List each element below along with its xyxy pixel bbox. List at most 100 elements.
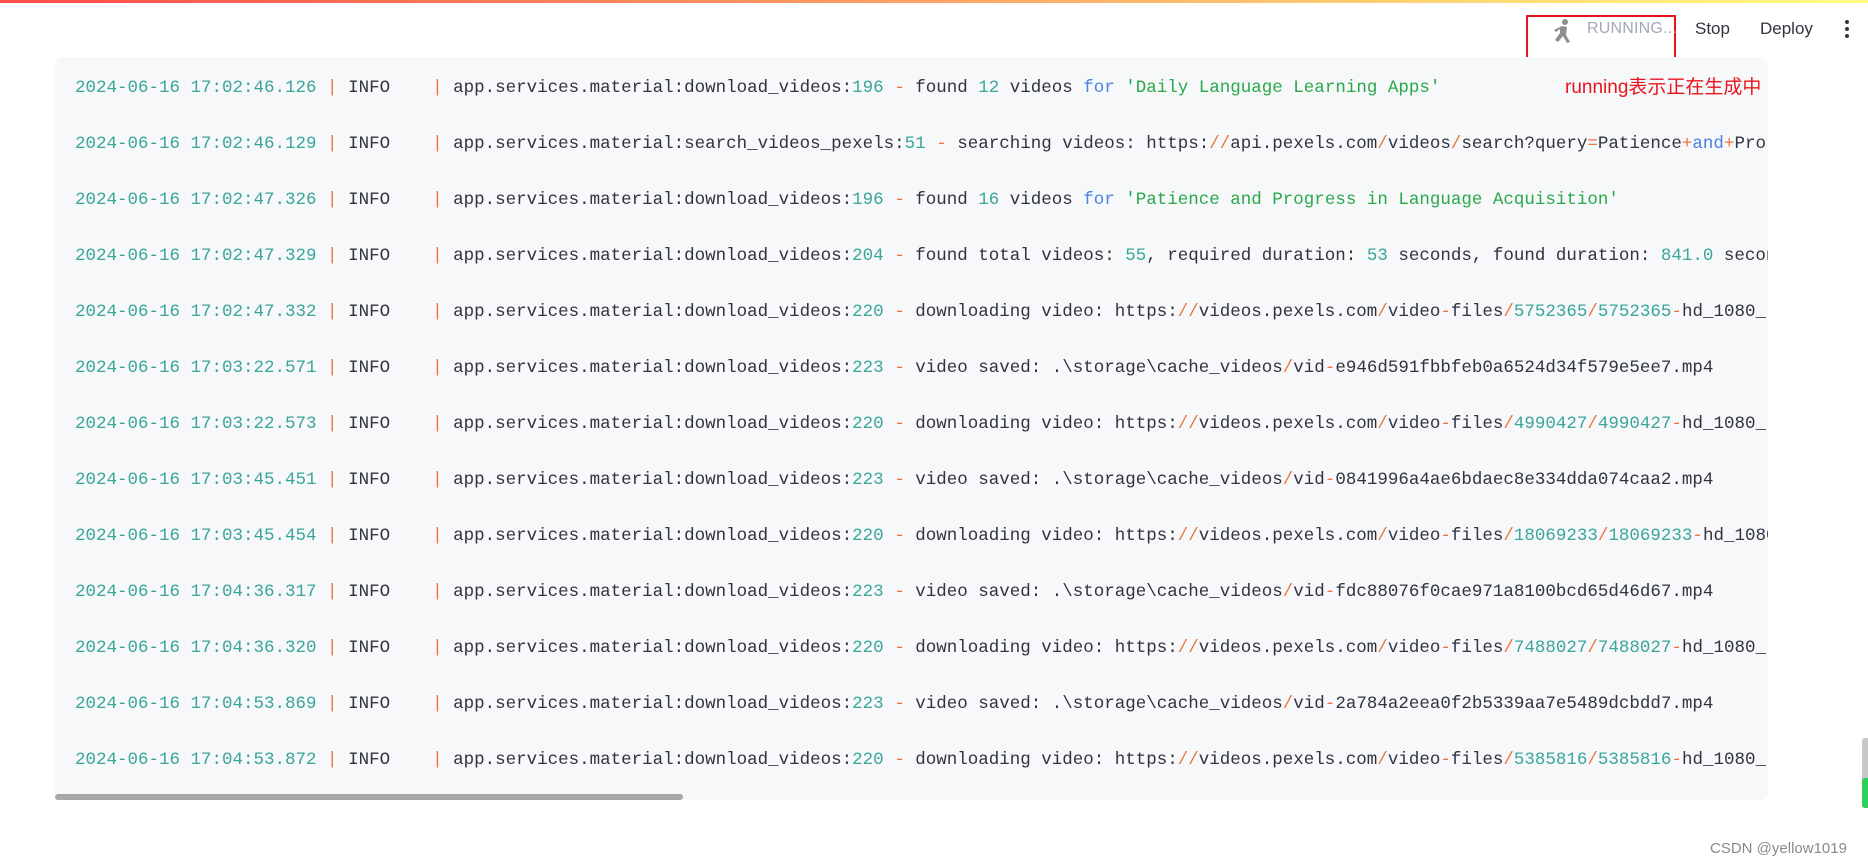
- log-timestamp: 2024-06-16 17:04:36.320: [75, 638, 317, 658]
- log-line: 2024-06-16 17:02:46.129 | INFO | app.serv…: [75, 133, 1766, 155]
- log-source: app.services.material:download_videos: [453, 750, 842, 770]
- log-source: app.services.material:search_videos_pexe…: [453, 134, 895, 154]
- log-message-token: +: [1723, 134, 1735, 154]
- separator: :: [841, 750, 853, 770]
- horizontal-scrollbar[interactable]: [55, 794, 683, 800]
- separator: :: [841, 582, 853, 602]
- vertical-dots-icon: [1845, 34, 1849, 38]
- log-message-token: 0841996a4ae6bdaec8e334dda074caa2.mp4: [1335, 470, 1714, 490]
- deploy-button[interactable]: Deploy: [1760, 19, 1813, 39]
- log-message-token: vid: [1293, 470, 1325, 490]
- log-message-token: found total videos:: [915, 246, 1126, 266]
- log-message-token: found: [915, 78, 979, 98]
- log-message-token: hd_1080: [1702, 526, 1768, 546]
- separator: |: [316, 134, 349, 154]
- log-message-token: videos.pexels.com: [1198, 638, 1378, 658]
- log-message-token: videos.pexels.com: [1198, 302, 1378, 322]
- separator: -: [883, 526, 916, 546]
- log-message-token: /: [1597, 526, 1609, 546]
- log-message-token: searching videos: https:: [957, 134, 1210, 154]
- log-message-token: downloading video: https:: [915, 302, 1178, 322]
- log-message-token: -: [1671, 302, 1682, 322]
- log-line: 2024-06-16 17:04:36.317 | INFO | app.serv…: [75, 581, 1713, 603]
- separator: |: [316, 526, 349, 546]
- log-message-token: -: [1324, 470, 1336, 490]
- log-line-number: 223: [852, 358, 884, 378]
- log-message-token: /: [1587, 638, 1598, 658]
- log-message-token: 'Daily Language Learning Apps': [1125, 78, 1441, 98]
- separator: |: [316, 638, 349, 658]
- log-message-token: Patience: [1597, 134, 1682, 154]
- log-message-token: videos: [1387, 134, 1451, 154]
- log-message-token: 2a784a2eea0f2b5339aa7e5489dcbdd7.mp4: [1335, 694, 1714, 714]
- log-message-token: video: [1387, 638, 1441, 658]
- log-timestamp: 2024-06-16 17:04:53.869: [75, 694, 317, 714]
- log-message-token: -: [1440, 414, 1451, 434]
- log-message-token: 5752365: [1597, 302, 1672, 322]
- log-message-token: /: [1587, 302, 1598, 322]
- log-message-token: 4990427: [1513, 414, 1588, 434]
- running-man-icon: [1554, 19, 1570, 43]
- separator: :: [841, 638, 853, 658]
- log-message-token: -: [1440, 750, 1451, 770]
- log-line: 2024-06-16 17:04:53.869 | INFO | app.serv…: [75, 693, 1713, 715]
- log-message-token: /: [1450, 134, 1462, 154]
- log-message-token: /: [1503, 414, 1514, 434]
- separator: |: [316, 358, 349, 378]
- log-message-token: downloading video: https:: [915, 526, 1178, 546]
- log-line-number: 196: [852, 78, 884, 98]
- log-message-token: vid: [1293, 694, 1325, 714]
- log-message-token: -: [1671, 638, 1682, 658]
- log-message-token: videos: [999, 190, 1084, 210]
- log-message-token: [1115, 190, 1126, 210]
- separator: -: [883, 78, 916, 98]
- log-line-number: 220: [852, 302, 884, 322]
- separator: -: [883, 470, 916, 490]
- log-timestamp: 2024-06-16 17:02:47.329: [75, 246, 317, 266]
- log-message-token: 7488027: [1597, 638, 1672, 658]
- log-message-token: //: [1177, 526, 1199, 546]
- separator: |: [432, 134, 454, 154]
- log-output-panel[interactable]: 2024-06-16 17:02:46.126 | INFO | app.serv…: [55, 57, 1768, 800]
- log-timestamp: 2024-06-16 17:02:47.332: [75, 302, 317, 322]
- separator: -: [883, 358, 916, 378]
- log-line: 2024-06-16 17:04:36.320 | INFO | app.serv…: [75, 637, 1766, 659]
- log-message-token: video: [1387, 302, 1441, 322]
- log-message-token: 'Patience and Progress in Language Acqui…: [1125, 190, 1619, 210]
- log-message-token: /: [1377, 526, 1388, 546]
- log-source: app.services.material:download_videos: [453, 582, 842, 602]
- log-timestamp: 2024-06-16 17:03:45.451: [75, 470, 317, 490]
- log-message-token: /: [1377, 302, 1388, 322]
- annotation-text: running表示正在生成中: [1565, 77, 1762, 98]
- log-line: 2024-06-16 17:03:22.573 | INFO | app.serv…: [75, 413, 1766, 435]
- log-message-token: vid: [1293, 582, 1325, 602]
- vertical-dots-icon: [1845, 27, 1849, 31]
- separator: -: [883, 246, 916, 266]
- log-message-token: vid: [1293, 358, 1325, 378]
- log-message-token: /: [1282, 470, 1294, 490]
- log-level: INFO: [348, 638, 391, 658]
- log-message-token: /: [1503, 638, 1514, 658]
- watermark: CSDN @yellow1019: [1710, 840, 1847, 857]
- side-scroll-indicator[interactable]: [1862, 738, 1868, 808]
- log-message-token: e946d591fbbfeb0a6524d34f579e5ee7.mp4: [1335, 358, 1714, 378]
- log-message-token: video: [1387, 750, 1441, 770]
- log-message-token: downloading video: https:: [915, 638, 1178, 658]
- log-line: 2024-06-16 17:02:46.126 | INFO | app.serv…: [75, 77, 1440, 99]
- separator: |: [316, 190, 349, 210]
- log-timestamp: 2024-06-16 17:02:47.326: [75, 190, 317, 210]
- log-message-token: found: [915, 190, 979, 210]
- log-message-token: //: [1177, 638, 1199, 658]
- separator: :: [841, 302, 853, 322]
- separator: |: [432, 694, 454, 714]
- log-message-token: seconds, found duration:: [1387, 246, 1661, 266]
- main-menu-button[interactable]: [1840, 20, 1854, 42]
- log-message-token: for: [1083, 190, 1115, 210]
- log-line: 2024-06-16 17:03:45.451 | INFO | app.serv…: [75, 469, 1713, 491]
- log-message-token: -: [1440, 302, 1451, 322]
- log-line-number: 220: [852, 526, 884, 546]
- separator: |: [432, 78, 454, 98]
- log-level: INFO: [348, 526, 391, 546]
- stop-button[interactable]: Stop: [1695, 19, 1730, 39]
- log-message-token: /: [1377, 750, 1388, 770]
